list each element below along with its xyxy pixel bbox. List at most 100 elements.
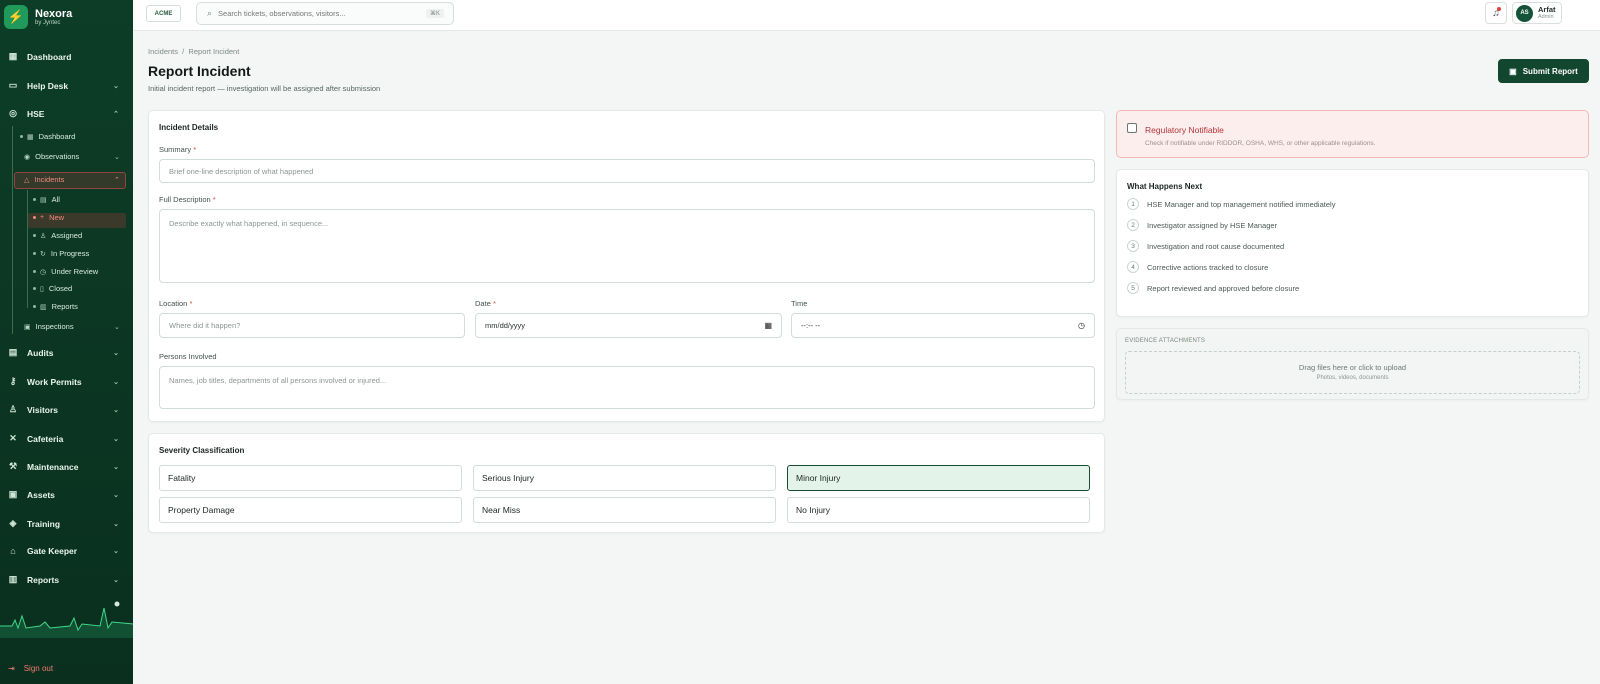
sidebar-incidents-assigned[interactable]: ♙ Assigned	[33, 231, 82, 240]
time-field[interactable]: --:-- -- ◷	[791, 313, 1095, 338]
severity-option-property-damage[interactable]: Property Damage	[159, 497, 462, 523]
sidebar-sub-label: Under Review	[51, 267, 99, 276]
bullet	[33, 216, 36, 219]
sidebar-item-audits[interactable]: ▤ Audits ⌄	[0, 347, 133, 358]
clock-icon[interactable]: ◷	[1078, 321, 1085, 330]
grid-icon: ▦	[27, 133, 34, 141]
sidebar-item-training[interactable]: ◈ Training ⌄	[0, 518, 133, 529]
user-menu[interactable]: AS Arfat Admin	[1512, 2, 1562, 24]
calendar-icon[interactable]: ▦	[764, 321, 772, 330]
section-title: Incident Details	[159, 123, 219, 132]
required-mark: *	[492, 299, 496, 308]
sidebar-sub-label: Inspections	[35, 322, 74, 331]
severity-option-fatality[interactable]: Fatality	[159, 465, 462, 491]
clipboard-icon: ▣	[24, 323, 31, 331]
evidence-title: EVIDENCE ATTACHMENTS	[1125, 338, 1206, 344]
sidebar-sub-hse-dashboard[interactable]: ▦ Dashboard	[20, 132, 75, 141]
notifications-button[interactable]: ♫	[1485, 2, 1507, 24]
date-field[interactable]: mm/dd/yyyy ▦	[475, 313, 782, 338]
key-icon: ⚷	[9, 376, 17, 386]
brand[interactable]: ⚡ Nexora by Jyntec	[4, 5, 72, 29]
search-icon: ⌕	[207, 8, 213, 18]
sidebar-sub-inspections[interactable]: ▣ Inspections ⌄	[24, 322, 120, 331]
sidebar-sub-observations[interactable]: ◉ Observations ⌄	[24, 152, 120, 161]
description-field[interactable]: Describe exactly what happened, in seque…	[159, 209, 1095, 283]
sidebar-incidents-closed[interactable]: ▯ Closed	[33, 284, 72, 293]
sidebar-item-dashboard[interactable]: ▦ Dashboard	[0, 51, 133, 62]
search-input[interactable]	[218, 9, 419, 18]
sidebar-item-label: Help Desk	[27, 80, 69, 91]
step-number: 4	[1127, 261, 1139, 273]
severity-option-minor-injury[interactable]: Minor Injury	[787, 465, 1090, 491]
summary-field[interactable]: Brief one-line description of what happe…	[159, 159, 1095, 183]
gate-icon: ⌂	[10, 546, 16, 556]
persons-label: Persons Involved	[159, 352, 217, 361]
sidebar-item-label: Maintenance	[27, 461, 79, 472]
sidebar-incidents-under-review[interactable]: ◷ Under Review	[33, 267, 98, 276]
severity-option-near-miss[interactable]: Near Miss	[473, 497, 776, 523]
chevron-down-icon: ⌄	[113, 491, 119, 499]
ticket-icon: ▭	[8, 80, 18, 90]
bar-chart-icon: ▥	[8, 574, 18, 584]
page-subtitle: Initial incident report — investigation …	[148, 84, 381, 93]
regulatory-notifiable-card[interactable]: Regulatory Notifiable Check if notifiabl…	[1116, 110, 1589, 158]
signout-label: Sign out	[23, 664, 54, 673]
sidebar-item-visitors[interactable]: ♙ Visitors ⌄	[0, 404, 133, 415]
sidebar-item-assets[interactable]: ▣ Assets ⌄	[0, 489, 133, 500]
severity-option-serious-injury[interactable]: Serious Injury	[473, 465, 776, 491]
chevron-down-icon: ⌄	[113, 435, 119, 443]
sidebar-item-label: Assets	[27, 489, 55, 500]
dropzone-text: Drag files here or click to upload	[1298, 363, 1407, 372]
regulatory-notifiable-checkbox[interactable]	[1127, 123, 1137, 133]
summary-label-text: Summary	[159, 145, 192, 154]
sidebar-item-gate-keeper[interactable]: ⌂ Gate Keeper ⌄	[0, 546, 133, 556]
brand-sub: by Jyntec	[35, 19, 61, 26]
sidebar-sub-label: Closed	[48, 284, 73, 293]
utensils-icon: ✕	[9, 433, 17, 443]
search-box[interactable]: ⌕ ⌘K	[196, 2, 454, 25]
submit-report-button[interactable]: ▣ Submit Report	[1498, 59, 1589, 83]
severity-option-no-injury[interactable]: No Injury	[787, 497, 1090, 523]
next-step: 4 Corrective actions tracked to closure	[1127, 261, 1268, 273]
date-label-text: Date	[475, 299, 491, 308]
graduation-cap-icon: ◈	[9, 518, 17, 528]
next-step: 1 HSE Manager and top management notifie…	[1127, 198, 1335, 210]
tree-line	[12, 126, 13, 334]
next-steps-title: What Happens Next	[1127, 182, 1203, 191]
sidebar-item-label: Work Permits	[27, 376, 82, 387]
evidence-attachments-card: EVIDENCE ATTACHMENTS Drag files here or …	[1116, 328, 1589, 400]
file-icon: ▯	[40, 285, 44, 293]
sidebar-incidents-reports[interactable]: ▥ Reports	[33, 302, 78, 311]
breadcrumb[interactable]: Incidents / Report Incident	[148, 47, 239, 56]
decorative-heartbeat-graphic	[0, 601, 133, 638]
bullet	[33, 234, 36, 237]
chevron-down-icon: ⌄	[113, 576, 119, 584]
sidebar-item-work-permits[interactable]: ⚷ Work Permits ⌄	[0, 376, 133, 387]
required-mark: *	[189, 299, 193, 308]
sidebar-item-label: Visitors	[27, 404, 59, 415]
audit-icon: ▤	[8, 347, 18, 357]
sidebar-item-hse[interactable]: ◎ HSE ⌃	[0, 108, 133, 119]
sidebar-item-cafeteria[interactable]: ✕ Cafeteria ⌄	[0, 433, 133, 444]
sidebar-item-maintenance[interactable]: ⚒ Maintenance ⌄	[0, 461, 133, 472]
clock-icon: ◷	[40, 268, 47, 276]
chevron-down-icon: ⌄	[113, 463, 119, 471]
sidebar-sub-incidents-label[interactable]: △ Incidents ⌃	[24, 175, 120, 184]
sidebar-item-help-desk[interactable]: ▭ Help Desk ⌄	[0, 80, 133, 91]
sidebar-incidents-all[interactable]: ▤ All	[33, 195, 60, 204]
users-icon: ♙	[8, 404, 18, 414]
location-field[interactable]: Where did it happen?	[159, 313, 465, 338]
sidebar-incidents-in-progress[interactable]: ↻ In Progress	[33, 249, 89, 258]
persons-involved-field[interactable]: Names, job titles, departments of all pe…	[159, 366, 1095, 409]
bullet	[33, 305, 36, 308]
file-dropzone[interactable]: Drag files here or click to upload Photo…	[1125, 351, 1580, 394]
sidebar-sub-label: Dashboard	[38, 132, 76, 141]
wrench-icon: ⚒	[8, 461, 18, 471]
user-name: Arfat	[1538, 4, 1556, 14]
chevron-down-icon: ⌄	[113, 406, 119, 414]
sidebar-item-reports[interactable]: ▥ Reports ⌄	[0, 574, 133, 585]
sidebar-incidents-new[interactable]: + New	[33, 213, 64, 222]
sidebar-sub-label: Assigned	[51, 231, 83, 240]
signout-button[interactable]: ⇥ Sign out	[8, 664, 53, 673]
sidebar-sub-label: All	[51, 195, 60, 204]
